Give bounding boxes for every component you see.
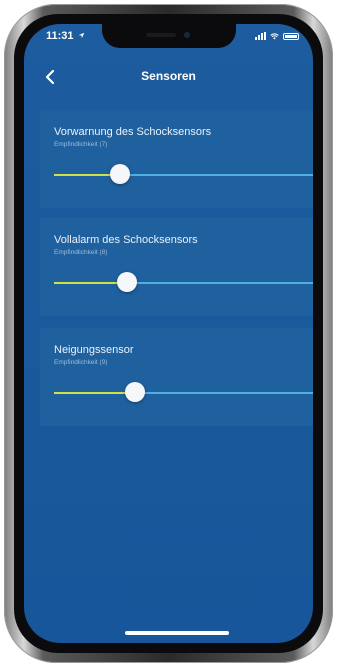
battery-icon [283, 32, 299, 40]
wifi-icon [270, 32, 279, 39]
sensor-title: Vorwarnung des Schocksensors [54, 126, 212, 138]
sensor-subtitle: Empfindlichkeit (7) [54, 141, 108, 148]
sensor-subtitle: Empfindlichkeit (8) [54, 249, 108, 256]
signal-icon [255, 32, 266, 40]
phone-bezel: 11:31 Sensoren Vorwarnung des Schocksens… [14, 14, 323, 653]
home-indicator[interactable] [125, 631, 229, 635]
sensitivity-slider[interactable] [54, 382, 313, 402]
notch [102, 24, 236, 48]
slider-fill [54, 392, 136, 394]
sensor-title: Neigungssensor [54, 344, 134, 356]
page-title: Sensoren [141, 69, 196, 83]
phone-frame: 11:31 Sensoren Vorwarnung des Schocksens… [4, 4, 333, 663]
status-time-text: 11:31 [46, 30, 74, 42]
slider-thumb[interactable] [125, 382, 146, 402]
slider-fill [54, 282, 128, 284]
speaker-grille [146, 33, 176, 37]
sensor-card-tilt: Neigungssensor Empfindlichkeit (9) [40, 328, 313, 426]
sensitivity-slider[interactable] [54, 164, 313, 184]
app-screen: 11:31 Sensoren Vorwarnung des Schocksens… [24, 24, 313, 643]
front-camera [184, 32, 190, 38]
sensitivity-slider[interactable] [54, 272, 313, 292]
slider-thumb[interactable] [109, 164, 130, 184]
sensor-title: Vollalarm des Schocksensors [54, 234, 198, 246]
status-icons [255, 32, 299, 40]
location-arrow-icon [78, 32, 84, 39]
sensor-card-full-alarm: Vollalarm des Schocksensors Empfindlichk… [40, 218, 313, 316]
slider-thumb[interactable] [117, 272, 138, 292]
sensor-subtitle: Empfindlichkeit (9) [54, 359, 108, 366]
nav-bar: Sensoren [24, 58, 313, 98]
status-time: 11:31 [46, 30, 85, 42]
sensor-card-pre-warning: Vorwarnung des Schocksensors Empfindlich… [40, 110, 313, 208]
